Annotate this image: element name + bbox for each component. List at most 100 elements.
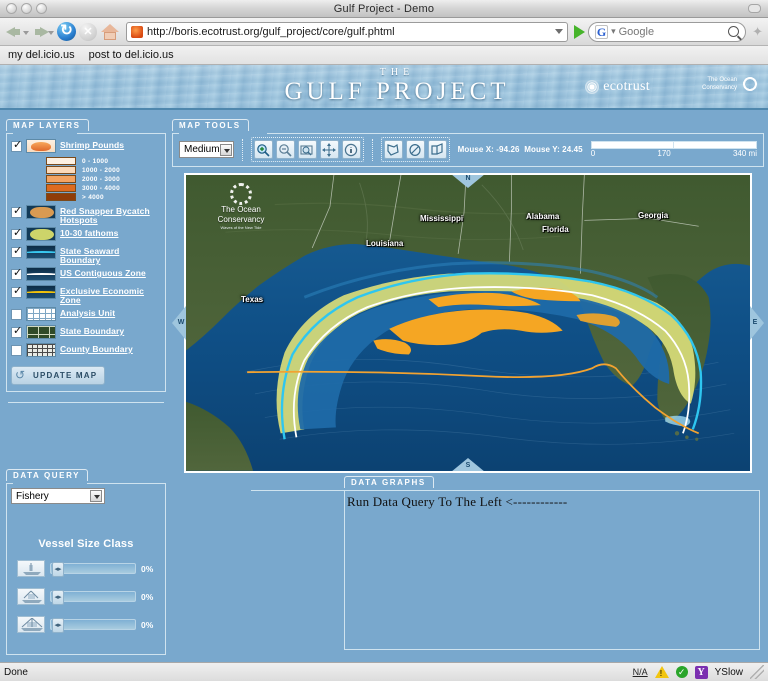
layer-row[interactable]: Exclusive Economic Zone	[11, 285, 161, 305]
layer-row[interactable]: US Contiguous Zone	[11, 267, 161, 283]
collapse-toolbar-button[interactable]	[748, 4, 761, 13]
vessel-size-slider-2[interactable]: ◂▸	[50, 590, 136, 605]
page-speed-na[interactable]: N/A	[633, 667, 648, 677]
selection-tool-group	[380, 137, 450, 162]
polygon-select-icon[interactable]	[383, 140, 403, 159]
stop-icon[interactable]	[79, 22, 97, 41]
vessel-size-slider-3[interactable]: ◂▸	[50, 618, 136, 633]
legend-swatch-icon	[46, 184, 76, 192]
slider-thumb[interactable]: ◂▸	[52, 618, 64, 633]
layer-checkbox-10-30-fathoms[interactable]	[11, 227, 22, 240]
close-window-button[interactable]	[6, 3, 17, 14]
layer-label-state-boundary[interactable]: State Boundary	[60, 325, 124, 336]
slider-thumb[interactable]: ◂▸	[52, 562, 64, 577]
ecotrust-logo[interactable]: ecotrust	[585, 79, 650, 95]
layer-row[interactable]: State Seaward Boundary	[11, 245, 161, 265]
map-pan-west-button[interactable]: W	[172, 306, 186, 340]
map-tools-tab[interactable]: MAP TOOLS	[172, 119, 249, 131]
layer-row[interactable]: State Boundary	[11, 325, 161, 341]
loading-spinner-icon: ✦	[752, 23, 763, 39]
layer-checkbox-state-boundary[interactable]	[11, 325, 22, 338]
slider-thumb[interactable]: ◂▸	[52, 590, 64, 605]
analysis-unit-swatch-icon	[26, 307, 56, 321]
map-layers-tab[interactable]: MAP LAYERS	[6, 119, 89, 131]
zoom-in-icon[interactable]	[253, 140, 273, 159]
data-query-tab[interactable]: DATA QUERY	[6, 469, 89, 481]
layer-label-10-30-fathoms[interactable]: 10-30 fathoms	[60, 227, 118, 238]
shrimp-swatch-icon	[26, 139, 56, 153]
layer-checkbox-red-snapper-bycatch-hotspots[interactable]	[11, 205, 22, 218]
layer-label-county-boundary[interactable]: County Boundary	[60, 343, 133, 354]
state-boundary-swatch-icon	[26, 325, 56, 339]
layer-checkbox-county-boundary[interactable]	[11, 345, 22, 356]
search-icon[interactable]	[728, 26, 740, 37]
url-dropdown-icon[interactable]	[555, 29, 564, 34]
layer-checkbox-exclusive-economic-zone[interactable]	[11, 285, 22, 298]
bookmark-post-to-delicious[interactable]: post to del.icio.us	[89, 49, 174, 61]
legend-range: > 4000	[82, 193, 104, 201]
pan-icon[interactable]	[319, 140, 339, 159]
layer-label-analysis-unit[interactable]: Analysis Unit	[60, 307, 115, 318]
layer-row[interactable]: 10-30 fathoms	[11, 227, 161, 243]
layer-row[interactable]: Analysis Unit	[11, 307, 161, 323]
search-input[interactable]: Google	[619, 26, 725, 38]
layer-row[interactable]: Red Snapper Bycatch Hotspots	[11, 205, 161, 225]
update-map-button[interactable]: ↺ UPDATE MAP	[11, 366, 106, 385]
circle-select-icon[interactable]	[405, 140, 425, 159]
layer-label-us-contiguous-zone[interactable]: US Contiguous Zone	[60, 267, 146, 278]
clear-select-icon[interactable]	[427, 140, 447, 159]
layer-label-state-seaward-boundary[interactable]: State Seaward Boundary	[60, 245, 161, 265]
zoom-out-icon[interactable]	[275, 140, 295, 159]
ocean-conservancy-mark-icon	[740, 74, 760, 94]
ocean-conservancy-logo[interactable]: The Ocean Conservancy	[702, 74, 760, 94]
legend-swatch-icon	[46, 166, 76, 174]
identify-icon[interactable]	[341, 140, 361, 159]
back-button[interactable]	[5, 22, 29, 42]
legend-swatch-icon	[46, 157, 76, 165]
window-controls	[6, 3, 47, 14]
fishery-select[interactable]: Fishery	[11, 488, 105, 504]
oc-line2: Conservancy	[701, 85, 737, 91]
vessel-size-slider-row: ◂▸ 0%	[11, 560, 161, 577]
warning-icon[interactable]	[654, 666, 669, 678]
data-graphs-tab[interactable]: DATA GRAPHS	[344, 476, 434, 488]
map-label-georgia: Georgia	[638, 211, 669, 220]
mouse-y-label: Mouse Y:	[524, 145, 560, 154]
layer-row[interactable]: County Boundary	[11, 343, 161, 359]
map-watermark-logo: The Ocean Conservancy Waves of the New T…	[200, 183, 282, 231]
layer-checkbox-state-seaward-boundary[interactable]	[11, 245, 22, 258]
minimize-window-button[interactable]	[21, 3, 32, 14]
forward-button[interactable]	[30, 22, 54, 42]
go-icon[interactable]	[574, 24, 586, 39]
layer-checkbox-us-contiguous-zone[interactable]	[11, 267, 22, 280]
map-size-select[interactable]: Medium	[179, 141, 234, 158]
scale-max: 340	[732, 149, 747, 158]
yslow-icon[interactable]	[694, 665, 708, 679]
search-bar[interactable]: G ▾ Google	[588, 21, 747, 42]
scale-bar-track	[590, 141, 757, 149]
layer-checkbox-analysis-unit[interactable]	[11, 309, 22, 320]
bookmark-my-delicious[interactable]: my del.icio.us	[8, 49, 75, 61]
zoom-box-icon[interactable]	[297, 140, 317, 159]
maximize-window-button[interactable]	[36, 3, 47, 14]
legend-row: 2000 - 3000	[46, 175, 161, 183]
yslow-label[interactable]: YSlow	[715, 667, 743, 678]
map-pan-east-button[interactable]: E	[750, 306, 764, 340]
home-icon[interactable]	[100, 22, 120, 41]
layer-label-exclusive-economic-zone[interactable]: Exclusive Economic Zone	[60, 285, 161, 305]
checkmark-icon[interactable]	[675, 666, 688, 678]
address-bar[interactable]: http://boris.ecotrust.org/gulf_project/c…	[126, 21, 569, 42]
map-layers-panel: Shrimp Pounds 0 - 1000 1000 - 2000	[6, 133, 166, 392]
layer-label-red-snapper-bycatch-hotspots[interactable]: Red Snapper Bycatch Hotspots	[60, 205, 161, 225]
resize-grip-icon[interactable]	[750, 665, 764, 679]
vessel-size-slider-1[interactable]: ◂▸	[50, 562, 136, 577]
layer-row[interactable]: Shrimp Pounds	[11, 139, 161, 155]
favicon	[131, 25, 143, 38]
chevron-down-icon[interactable]	[219, 143, 232, 156]
chevron-down-icon[interactable]	[90, 490, 102, 502]
reload-icon[interactable]	[57, 22, 76, 41]
layer-label-shrimp-pounds[interactable]: Shrimp Pounds	[60, 139, 124, 150]
layer-checkbox-shrimp-pounds[interactable]	[11, 139, 22, 152]
mouse-y-value: 24.45	[562, 145, 583, 154]
search-engine-caret-icon[interactable]: ▾	[611, 26, 616, 37]
